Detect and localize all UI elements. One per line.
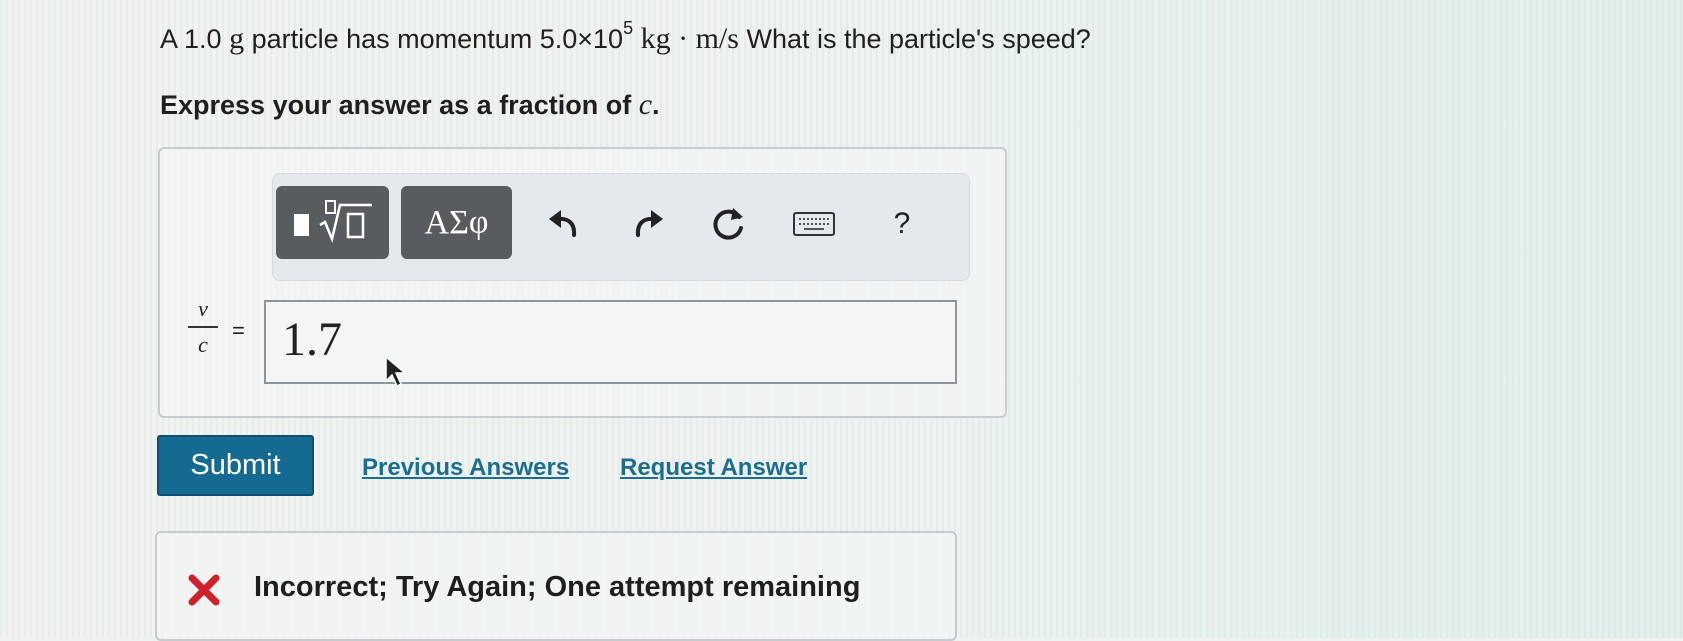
fraction-numerator: v: [198, 296, 208, 321]
help-label: ?: [893, 207, 911, 240]
answer-input[interactable]: 1.7: [264, 300, 957, 384]
fraction-bar: [188, 326, 218, 328]
momentum-mantissa: 5.0×10: [539, 24, 624, 54]
instructions-period: .: [652, 90, 660, 120]
reset-icon[interactable]: [706, 201, 752, 247]
answer-instructions: Express your answer as a fraction of c.: [160, 88, 660, 122]
mass-unit: g: [229, 22, 245, 55]
symbols-label: ΑΣφ: [424, 203, 489, 241]
mouse-pointer-icon: [384, 355, 410, 394]
keyboard-icon[interactable]: [791, 201, 837, 247]
symbols-button[interactable]: ΑΣφ: [401, 186, 512, 259]
request-answer-link[interactable]: Request Answer: [620, 454, 807, 482]
feedback-message: Incorrect; Try Again; One attempt remain…: [254, 571, 861, 603]
prompt-middle: particle has momentum: [251, 24, 533, 54]
templates-button[interactable]: [276, 186, 389, 259]
problem-statement: A 1.0 g particle has momentum 5.0×105 kg…: [160, 18, 1091, 56]
equals-sign: =: [232, 318, 245, 343]
templates-icon: [290, 195, 376, 250]
previous-answers-link[interactable]: Previous Answers: [362, 454, 569, 482]
undo-icon[interactable]: [541, 201, 587, 247]
instructions-text: Express your answer as a fraction of: [160, 90, 632, 120]
fraction-denominator: c: [198, 332, 208, 357]
submit-button[interactable]: Submit: [157, 435, 314, 496]
instructions-variable: c: [638, 88, 653, 121]
prompt-question: What is the particle's speed?: [746, 24, 1091, 54]
help-icon[interactable]: ?: [879, 201, 925, 247]
answer-variable-label: v c: [188, 296, 218, 358]
prompt-lead: A 1.0: [160, 24, 222, 54]
momentum-units: kg · m/s: [640, 22, 739, 55]
momentum-exponent: 5: [623, 18, 634, 38]
x-icon: [187, 573, 221, 612]
redo-icon[interactable]: [625, 201, 671, 247]
